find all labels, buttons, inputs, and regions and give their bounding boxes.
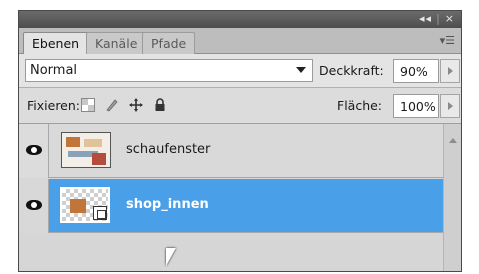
tab-ebenen[interactable]: Ebenen	[23, 32, 89, 55]
fill-input[interactable]: 100%	[393, 94, 439, 118]
visibility-toggle[interactable]	[19, 124, 49, 178]
lock-transparency-icon[interactable]	[81, 98, 95, 112]
eye-icon	[26, 200, 42, 210]
blend-mode-select[interactable]: Normal	[25, 59, 313, 82]
smart-object-badge-icon	[93, 206, 107, 220]
eye-icon	[26, 145, 42, 155]
blend-row: Normal Deckkraft: 90%	[19, 54, 461, 88]
blend-mode-value: Normal	[30, 63, 78, 78]
panel-titlebar: ◂◂ | ×	[19, 11, 461, 28]
titlebar-controls: ◂◂ | ×	[419, 12, 455, 25]
tab-pfade[interactable]: Pfade	[142, 32, 196, 54]
separator: |	[436, 12, 441, 25]
lock-position-move-icon[interactable]	[129, 98, 143, 112]
lock-icons	[81, 98, 167, 112]
collapse-icon[interactable]: ◂◂	[419, 12, 432, 25]
layer-row-selected[interactable]: shop_innen	[19, 179, 445, 233]
lock-label: Fixieren:	[27, 98, 81, 113]
chevron-down-icon	[296, 67, 306, 73]
layer-thumbnail	[60, 187, 110, 223]
layers-panel: ◂◂ | × Ebenen Kanäle Pfade ▾☰ Normal Dec…	[18, 10, 462, 272]
lock-all-icon[interactable]	[153, 98, 167, 112]
fill-stepper[interactable]	[440, 94, 460, 118]
layers-list: schaufenster shop_innen	[19, 124, 445, 271]
opacity-stepper[interactable]	[440, 59, 460, 83]
layers-scrollbar[interactable]	[443, 124, 461, 271]
panel-menu-icon[interactable]: ▾☰	[440, 34, 455, 47]
fill-label: Fläche:	[337, 98, 383, 113]
layer-thumbnail	[61, 132, 111, 168]
lock-row: Fixieren: Fläche: 100%	[19, 88, 461, 124]
layer-row[interactable]: schaufenster	[19, 124, 445, 178]
layer-name: shop_innen	[126, 197, 209, 212]
layer-name: schaufenster	[126, 142, 211, 157]
opacity-label: Deckkraft:	[319, 63, 384, 78]
opacity-input[interactable]: 90%	[393, 59, 439, 83]
lock-pixels-brush-icon[interactable]	[105, 98, 119, 112]
visibility-toggle[interactable]	[19, 179, 49, 233]
close-icon[interactable]: ×	[445, 12, 455, 25]
scroll-up-icon[interactable]	[449, 138, 457, 143]
mouse-cursor-icon	[166, 248, 176, 266]
tab-kanaele[interactable]: Kanäle	[86, 32, 147, 54]
tab-bar: Ebenen Kanäle Pfade ▾☰	[19, 28, 461, 55]
